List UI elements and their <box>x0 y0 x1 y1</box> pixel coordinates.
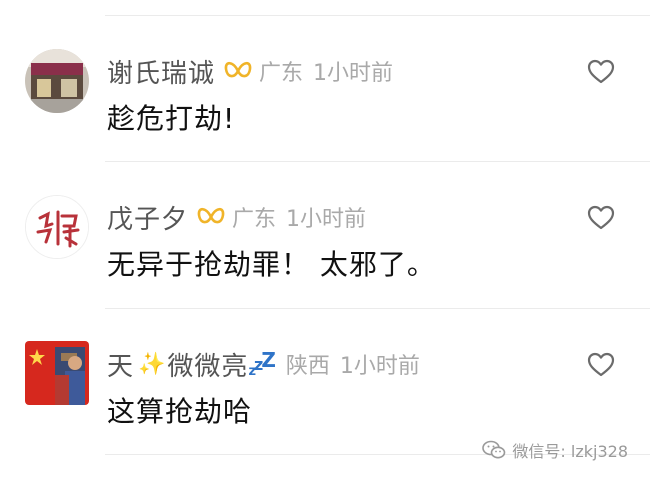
gold-ring-badge-icon <box>197 207 225 224</box>
sparkles-icon: ✨ <box>138 351 166 377</box>
avatar[interactable] <box>25 49 89 113</box>
username[interactable]: 谢氏瑞诚 <box>107 53 215 90</box>
comment-item: 戊子夕 广东 1小时前 无异于抢劫罪！ 太邪了。 <box>0 161 650 301</box>
zzz-sleep-icon: zzZ <box>248 348 275 379</box>
timestamp: 1小时前 <box>339 354 420 379</box>
comment-text: 趁危打劫! <box>107 102 236 135</box>
watermark-text: 微信号: lzkj328 <box>512 442 628 461</box>
heart-icon[interactable] <box>587 59 615 85</box>
comment-text: 这算抢劫哈 <box>107 395 253 428</box>
username[interactable]: 戊子夕 <box>107 199 188 236</box>
location: 广东 <box>259 61 304 86</box>
heart-icon[interactable] <box>587 352 615 378</box>
wechat-icon <box>482 440 506 459</box>
comment-header: 天 ✨ 微微亮 zzZ 陕西 1小时前 <box>107 346 420 382</box>
comment-text: 无异于抢劫罪！ 太邪了。 <box>107 248 436 281</box>
comment-item: 天 ✨ 微微亮 zzZ 陕西 1小时前 这算抢劫哈 <box>0 308 650 448</box>
comment-header: 谢氏瑞诚 广东 1小时前 <box>107 53 393 89</box>
comment-header: 戊子夕 广东 1小时前 <box>107 199 366 235</box>
heart-icon[interactable] <box>587 205 615 231</box>
comment-item: 谢氏瑞诚 广东 1小时前 趁危打劫! <box>0 15 650 155</box>
gold-ring-badge-icon <box>224 61 252 78</box>
timestamp: 1小时前 <box>286 207 367 232</box>
location: 广东 <box>232 207 277 232</box>
location: 陕西 <box>285 354 330 379</box>
avatar[interactable] <box>25 195 89 259</box>
username-prefix[interactable]: 天 <box>107 346 134 383</box>
timestamp: 1小时前 <box>313 61 394 86</box>
username[interactable]: 微微亮 <box>167 346 248 383</box>
watermark: 微信号: lzkj328 <box>482 438 628 462</box>
avatar[interactable] <box>25 341 89 405</box>
